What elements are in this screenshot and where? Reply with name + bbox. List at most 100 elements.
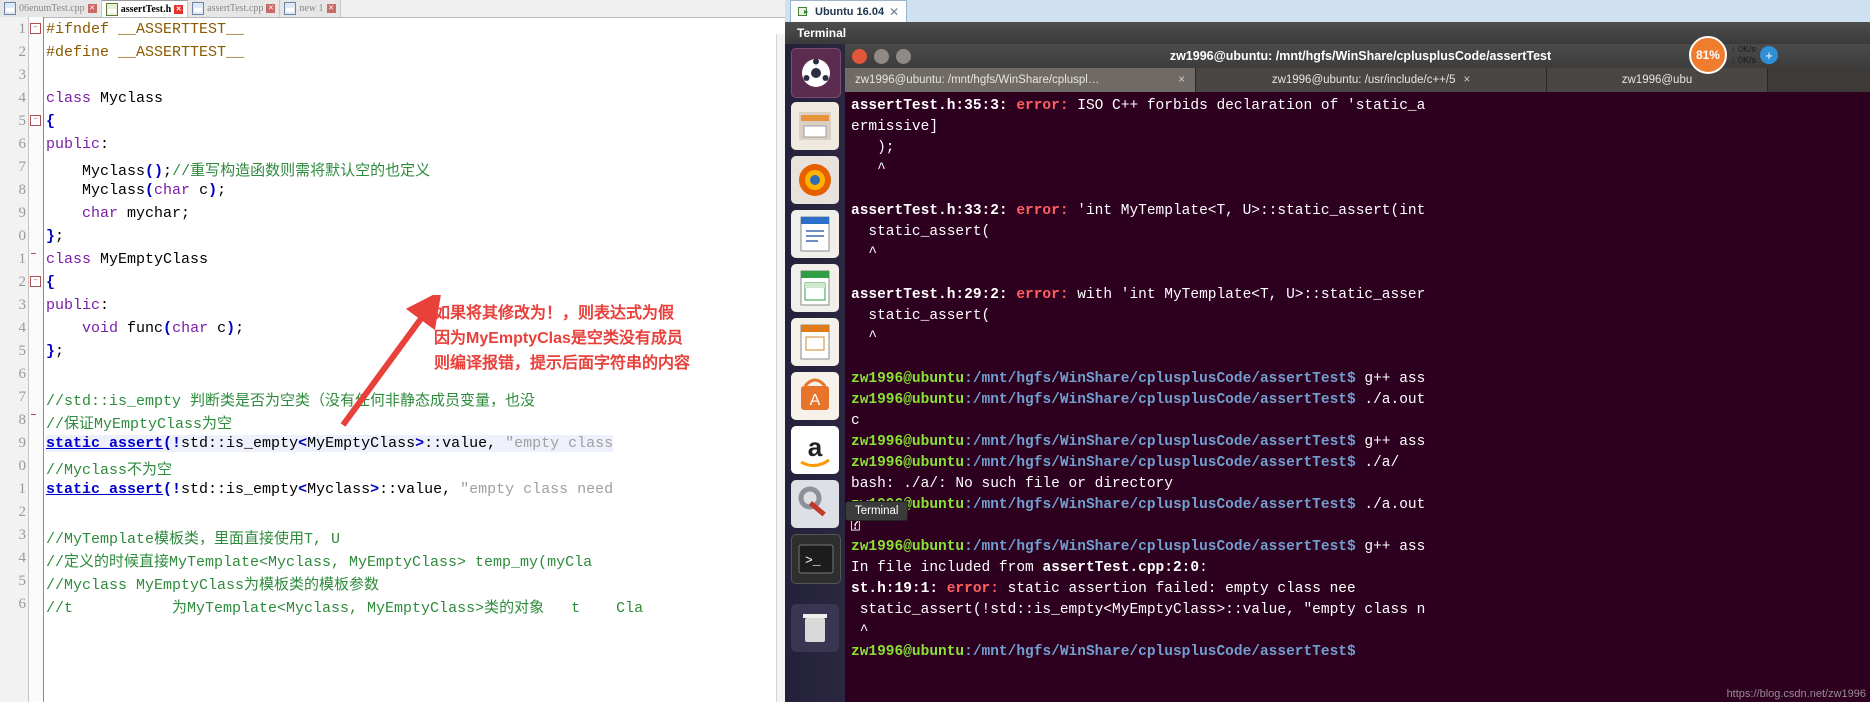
- launcher-item-trash[interactable]: [791, 604, 839, 652]
- vm-machine-icon: [798, 6, 810, 18]
- code-line-18: //保证MyEmptyClass为空: [46, 416, 233, 433]
- terminal-line: static_assert(!std::is_empty<MyEmptyClas…: [851, 602, 1426, 618]
- line-number: 8: [18, 182, 27, 198]
- launcher-item-system-settings[interactable]: [791, 480, 839, 528]
- line-number: 1: [18, 251, 27, 267]
- file-icon: [192, 2, 205, 15]
- code-line-2: #define __ASSERTTEST__: [46, 44, 245, 61]
- terminal-line: bash: ./a/: No such file or directory: [851, 476, 1173, 492]
- fold-marker-myclass[interactable]: –: [30, 115, 41, 126]
- line-number: 6: [18, 136, 27, 152]
- annotation-line-3: 则编译报错，提示后面字符串的内容: [434, 355, 691, 372]
- terminal-error-line: assertTest.h:35:3: error: ISO C++ forbid…: [851, 98, 1426, 114]
- terminal-prompt-line: zw1996@ubuntu:/mnt/hgfs/WinShare/cpluspl…: [851, 455, 1400, 471]
- close-icon[interactable]: ✕: [326, 4, 336, 13]
- close-icon[interactable]: ✕: [889, 5, 899, 19]
- terminal-tab-0[interactable]: zw1996@ubuntu: /mnt/hgfs/WinShare/cplusp…: [845, 68, 1196, 92]
- launcher-item-libreoffice-writer[interactable]: [791, 210, 839, 258]
- editor-tab-06enumtest[interactable]: 06enumTest.cpp ✕: [0, 0, 102, 17]
- terminal-window: zw1996@ubuntu: /mnt/hgfs/WinShare/cplusp…: [845, 44, 1870, 702]
- code-line-4: class Myclass: [46, 90, 164, 107]
- launcher-item-ubuntu-software[interactable]: A: [791, 372, 839, 420]
- terminal-title: zw1996@ubuntu: /mnt/hgfs/WinShare/cplusp…: [1169, 49, 1552, 63]
- code-editor-window: 06enumTest.cpp ✕ assertTest.h ✕ assertTe…: [0, 0, 793, 702]
- close-icon[interactable]: ×: [1178, 74, 1185, 86]
- editor-tab-asserttest-cpp[interactable]: assertTest.cpp ✕: [188, 0, 281, 17]
- close-icon[interactable]: ✕: [266, 4, 276, 13]
- code-area[interactable]: 1 2 3 4 5 6 7 8 9 0 1 2 3 4 5 6 7 8 9 0 1 2 3 4 5 6 – – – #ifndef…: [0, 17, 793, 702]
- tooltip-label: Terminal: [855, 505, 899, 517]
- terminal-tab-label: zw1996@ubu: [1621, 74, 1693, 86]
- line-number: 0: [18, 228, 27, 244]
- line-number: 6: [18, 596, 27, 612]
- terminal-tab-1[interactable]: zw1996@ubuntu: /usr/include/c++/5 ×: [1196, 68, 1547, 92]
- minimize-icon[interactable]: [874, 48, 889, 64]
- code-line-19: static_assert(!std::is_empty<MyEmptyClas…: [46, 435, 614, 452]
- close-icon[interactable]: ×: [1463, 74, 1470, 86]
- editor-tab-asserttest-h[interactable]: assertTest.h ✕: [101, 0, 189, 17]
- terminal-include-line: In file included from assertTest.cpp:2:0…: [851, 560, 1208, 576]
- code-line-21: static_assert(!std::is_empty<Myclass>::v…: [46, 481, 614, 498]
- code-line-25: //Myclass MyEmptyClass为模板类的模板参数: [46, 577, 380, 594]
- svg-text:>_: >_: [805, 553, 821, 568]
- fold-end-tick: [31, 253, 36, 254]
- close-icon[interactable]: ✕: [174, 4, 184, 14]
- launcher-item-files[interactable]: [791, 102, 839, 150]
- terminal-line: ⍰: [851, 518, 860, 534]
- line-number: 3: [18, 297, 27, 313]
- line-number: 1: [18, 21, 27, 37]
- ubuntu-desktop: A a >_ zw1996@ubuntu: /mnt/hgfs/WinShare…: [785, 44, 1870, 702]
- unity-launcher: A a >_: [785, 44, 845, 702]
- line-number: 9: [18, 205, 27, 221]
- code-line-24: //定义的时候直接MyTemplate<Myclass, MyEmptyClas…: [46, 554, 593, 571]
- fold-end-tick: [31, 414, 36, 415]
- terminal-line: c: [851, 413, 860, 429]
- terminal-prompt-line: zw1996@ubuntu:/mnt/hgfs/WinShare/cpluspl…: [851, 644, 1356, 660]
- editor-tab-new-1[interactable]: new 1 ✕: [280, 0, 341, 17]
- vm-tab-ubuntu[interactable]: Ubuntu 16.04 ✕: [790, 0, 908, 22]
- vmware-window: Ubuntu 16.04 ✕ Terminal A a >_ zw1996@ub…: [785, 0, 1870, 702]
- cpu-percent-badge: 81%: [1688, 36, 1727, 74]
- line-number: 6: [18, 366, 27, 382]
- launcher-item-dash[interactable]: [791, 48, 841, 98]
- editor-tab-label: 06enumTest.cpp: [19, 3, 85, 14]
- close-icon[interactable]: ✕: [87, 4, 97, 13]
- svg-text:a: a: [808, 432, 823, 462]
- line-number: 2: [18, 274, 27, 290]
- editor-tab-label: assertTest.cpp: [207, 3, 264, 14]
- terminal-line: static_assert(: [851, 224, 991, 240]
- launcher-item-libreoffice-impress[interactable]: [791, 318, 839, 366]
- line-number: 3: [18, 67, 27, 83]
- code-line-6: public:: [46, 136, 110, 153]
- terminal-line: ^: [851, 329, 878, 345]
- code-line-7: Myclass();//重写构造函数则需将默认空的也定义: [46, 163, 431, 180]
- fold-marker-ifndef[interactable]: –: [30, 23, 41, 34]
- fold-marker-myemptyclass[interactable]: –: [30, 276, 41, 287]
- terminal-tab-label: zw1996@ubuntu: /mnt/hgfs/WinShare/cplusp…: [855, 74, 1100, 86]
- terminal-prompt-line: zw1996@ubuntu:/mnt/hgfs/WinShare/cpluspl…: [851, 392, 1426, 408]
- terminal-output[interactable]: assertTest.h:35:3: error: ISO C++ forbid…: [845, 92, 1870, 702]
- network-speed-widget[interactable]: 81% ↑ 0K/s ↓ 0K/s +: [1688, 36, 1778, 74]
- editor-tab-bar: 06enumTest.cpp ✕ assertTest.h ✕ assertTe…: [0, 0, 793, 18]
- vm-tab-strip: Ubuntu 16.04 ✕: [785, 0, 1870, 23]
- launcher-item-terminal[interactable]: >_: [791, 534, 841, 584]
- launcher-item-firefox[interactable]: [791, 156, 839, 204]
- launcher-item-libreoffice-calc[interactable]: [791, 264, 839, 312]
- line-number: 0: [18, 458, 27, 474]
- line-number: 4: [18, 90, 27, 106]
- line-number: 5: [18, 113, 27, 129]
- upload-value: 0K/s: [1737, 44, 1756, 54]
- code-line-13: public:: [46, 297, 110, 314]
- line-number: 9: [18, 435, 27, 451]
- maximize-icon[interactable]: [896, 48, 911, 64]
- file-icon: [4, 2, 16, 15]
- terminal-prompt-line: zw1996@ubuntu:/mnt/hgfs/WinShare/cpluspl…: [851, 371, 1426, 387]
- launcher-item-amazon[interactable]: a: [791, 426, 839, 474]
- annotation-text: 如果将其修改为！，则表达式为假 因为MyEmptyClas是空类没有成员 则编译…: [434, 301, 754, 376]
- close-icon[interactable]: [852, 48, 867, 64]
- editor-tab-label: assertTest.h: [120, 3, 172, 15]
- terminal-prompt-line: zw1996@ubuntu:/mnt/hgfs/WinShare/cpluspl…: [851, 497, 1426, 513]
- add-icon[interactable]: +: [1760, 46, 1778, 64]
